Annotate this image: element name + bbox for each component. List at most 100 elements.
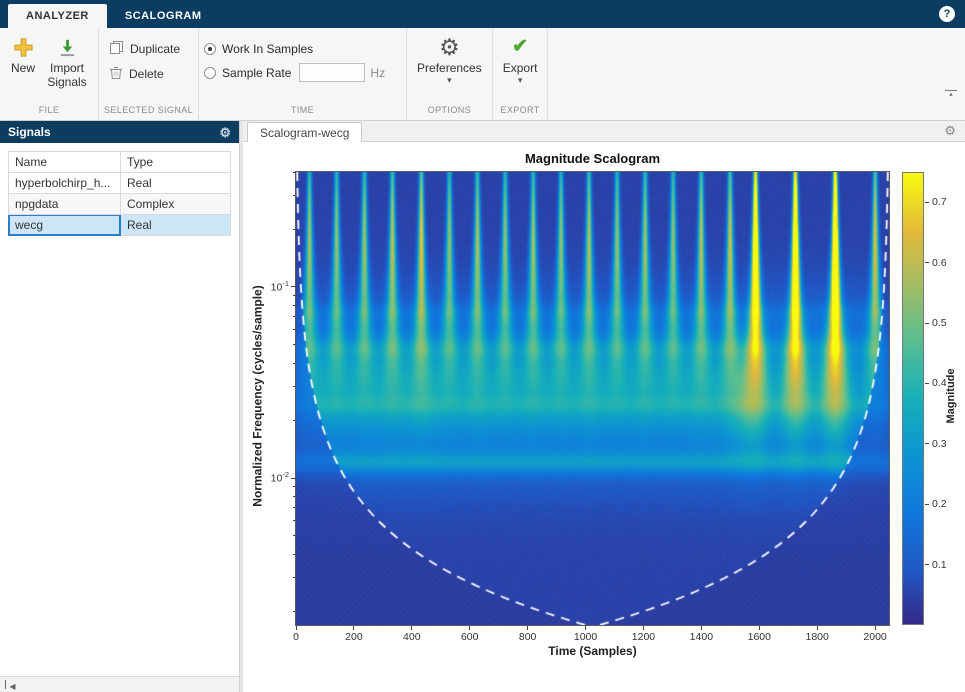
colorbar-tick-mark <box>925 564 929 565</box>
document-gear-icon[interactable]: ⚙ <box>944 124 956 137</box>
import-signals-label: Import Signals <box>46 62 88 90</box>
preferences-button[interactable]: ⚙ Preferences ▾ <box>412 30 487 86</box>
content-row: Signals ⚙ Name Type hyperbolchirp_h... R… <box>0 121 965 692</box>
sample-rate-input[interactable] <box>299 63 365 82</box>
colorbar-tick-label: 0.2 <box>932 498 947 510</box>
x-tick-mark <box>875 626 876 630</box>
y-minor-tick-mark <box>293 386 296 387</box>
section-label-file: FILE <box>5 104 93 120</box>
signal-type-cell[interactable]: Real <box>121 215 231 236</box>
sample-rate-radio[interactable]: Sample Rate Hz <box>204 62 385 83</box>
y-minor-tick-mark <box>293 305 296 306</box>
x-tick-mark <box>817 626 818 630</box>
y-tick-mark <box>291 478 296 479</box>
table-row-hyperbolchirp[interactable]: hyperbolchirp_h... Real <box>9 173 231 194</box>
section-file: New Import Signals FILE <box>0 28 99 120</box>
section-time: Work In Samples Sample Rate Hz TIME <box>199 28 407 120</box>
x-tick-label: 400 <box>403 631 421 643</box>
export-check-icon: ✔ <box>512 35 528 59</box>
tab-analyzer[interactable]: ANALYZER <box>8 4 107 28</box>
colorbar-tick-label: 0.3 <box>932 438 947 450</box>
document-tab-scalogram-wecg[interactable]: Scalogram-wecg <box>247 122 362 142</box>
signals-panel-header: Signals ⚙ <box>0 121 239 143</box>
section-options: ⚙ Preferences ▾ OPTIONS <box>407 28 493 120</box>
delete-trash-icon <box>109 65 123 83</box>
colorbar-tick-label: 0.1 <box>932 559 947 571</box>
toolstrip-collapse-button[interactable]: ▴ <box>945 90 957 98</box>
export-button[interactable]: ✔ Export ▾ <box>498 30 543 86</box>
y-minor-tick-mark <box>293 295 296 296</box>
help-icon[interactable]: ? <box>939 6 955 22</box>
tab-scalogram[interactable]: SCALOGRAM <box>107 4 220 28</box>
x-tick-mark <box>701 626 702 630</box>
column-header-name[interactable]: Name <box>9 152 121 173</box>
y-minor-tick-mark <box>293 195 296 196</box>
x-tick-mark <box>585 626 586 630</box>
import-signals-button[interactable]: Import Signals <box>41 30 93 92</box>
panel-bottom-strip: ◀ <box>0 676 239 692</box>
new-button-label: New <box>11 62 35 76</box>
import-signals-icon <box>57 35 78 59</box>
signal-name-cell[interactable]: hyperbolchirp_h... <box>9 173 121 194</box>
y-minor-tick-mark <box>293 316 296 317</box>
collapse-bar <box>5 680 6 689</box>
section-export: ✔ Export ▾ EXPORT <box>493 28 549 120</box>
wavelet-signal-analyzer-app: ANALYZER SCALOGRAM ? New <box>0 0 965 692</box>
radio-on-icon <box>204 43 216 55</box>
export-dropdown-icon: ▾ <box>518 76 523 84</box>
work-in-samples-radio[interactable]: Work In Samples <box>204 38 385 59</box>
y-minor-tick-mark <box>293 344 296 345</box>
x-tick-mark <box>296 626 297 630</box>
sample-rate-label: Sample Rate <box>222 66 291 80</box>
y-minor-tick-mark <box>293 554 296 555</box>
signal-type-cell[interactable]: Complex <box>121 194 231 215</box>
preferences-dropdown-icon: ▾ <box>447 76 452 84</box>
y-minor-tick-mark <box>293 363 296 364</box>
y-tick-label: 10-1 <box>255 279 289 294</box>
y-minor-tick-mark <box>293 486 296 487</box>
signal-type-cell[interactable]: Real <box>121 173 231 194</box>
x-tick-label: 600 <box>461 631 479 643</box>
document-panel: Scalogram-wecg ⚙ Magnitude Scalogram Nor… <box>243 121 965 692</box>
colorbar-tick-label: 0.5 <box>932 317 947 329</box>
radio-off-icon <box>204 67 216 79</box>
document-tabstrip: Scalogram-wecg ⚙ <box>243 121 965 142</box>
column-header-type[interactable]: Type <box>121 152 231 173</box>
tab-analyzer-label: ANALYZER <box>26 10 89 22</box>
y-tick-mark <box>291 286 296 287</box>
collapse-arrow-icon: ▴ <box>945 91 957 98</box>
work-in-samples-label: Work In Samples <box>222 42 313 56</box>
preferences-label: Preferences <box>417 62 482 76</box>
y-tick-label: 10-2 <box>255 470 289 485</box>
signal-name-cell-selected[interactable]: wecg <box>9 215 121 236</box>
x-tick-label: 1200 <box>632 631 655 643</box>
section-label-selected-signal: SELECTED SIGNAL <box>104 104 193 120</box>
scalogram-canvas <box>295 171 890 626</box>
section-label-options: OPTIONS <box>412 104 487 120</box>
duplicate-button[interactable]: Duplicate <box>104 38 185 59</box>
app-tabbar: ANALYZER SCALOGRAM ? <box>0 0 965 28</box>
collapse-panel-button[interactable]: ◀ <box>5 678 16 692</box>
y-minor-tick-mark <box>293 535 296 536</box>
x-tick-mark <box>353 626 354 630</box>
table-row-npgdata[interactable]: npgdata Complex <box>9 194 231 215</box>
tab-scalogram-label: SCALOGRAM <box>125 10 202 22</box>
x-tick-label: 200 <box>345 631 363 643</box>
y-minor-tick-mark <box>293 229 296 230</box>
signals-panel-gear-icon[interactable]: ⚙ <box>219 126 231 139</box>
new-button[interactable]: New <box>5 30 41 78</box>
x-tick-label: 1400 <box>690 631 713 643</box>
y-minor-tick-mark <box>293 507 296 508</box>
x-tick-mark <box>759 626 760 630</box>
preferences-gear-icon: ⚙ <box>439 35 460 59</box>
delete-button[interactable]: Delete <box>104 63 185 84</box>
toolstrip: New Import Signals FILE <box>0 28 965 121</box>
x-tick-label: 0 <box>293 631 299 643</box>
hz-unit-label: Hz <box>370 66 385 80</box>
x-tick-label: 1600 <box>748 631 771 643</box>
signals-panel: Signals ⚙ Name Type hyperbolchirp_h... R… <box>0 121 240 692</box>
y-minor-tick-mark <box>293 611 296 612</box>
signal-name-cell[interactable]: npgdata <box>9 194 121 215</box>
table-row-wecg[interactable]: wecg Real <box>9 215 231 236</box>
y-axis-label: Normalized Frequency (cycles/sample) <box>251 170 265 623</box>
